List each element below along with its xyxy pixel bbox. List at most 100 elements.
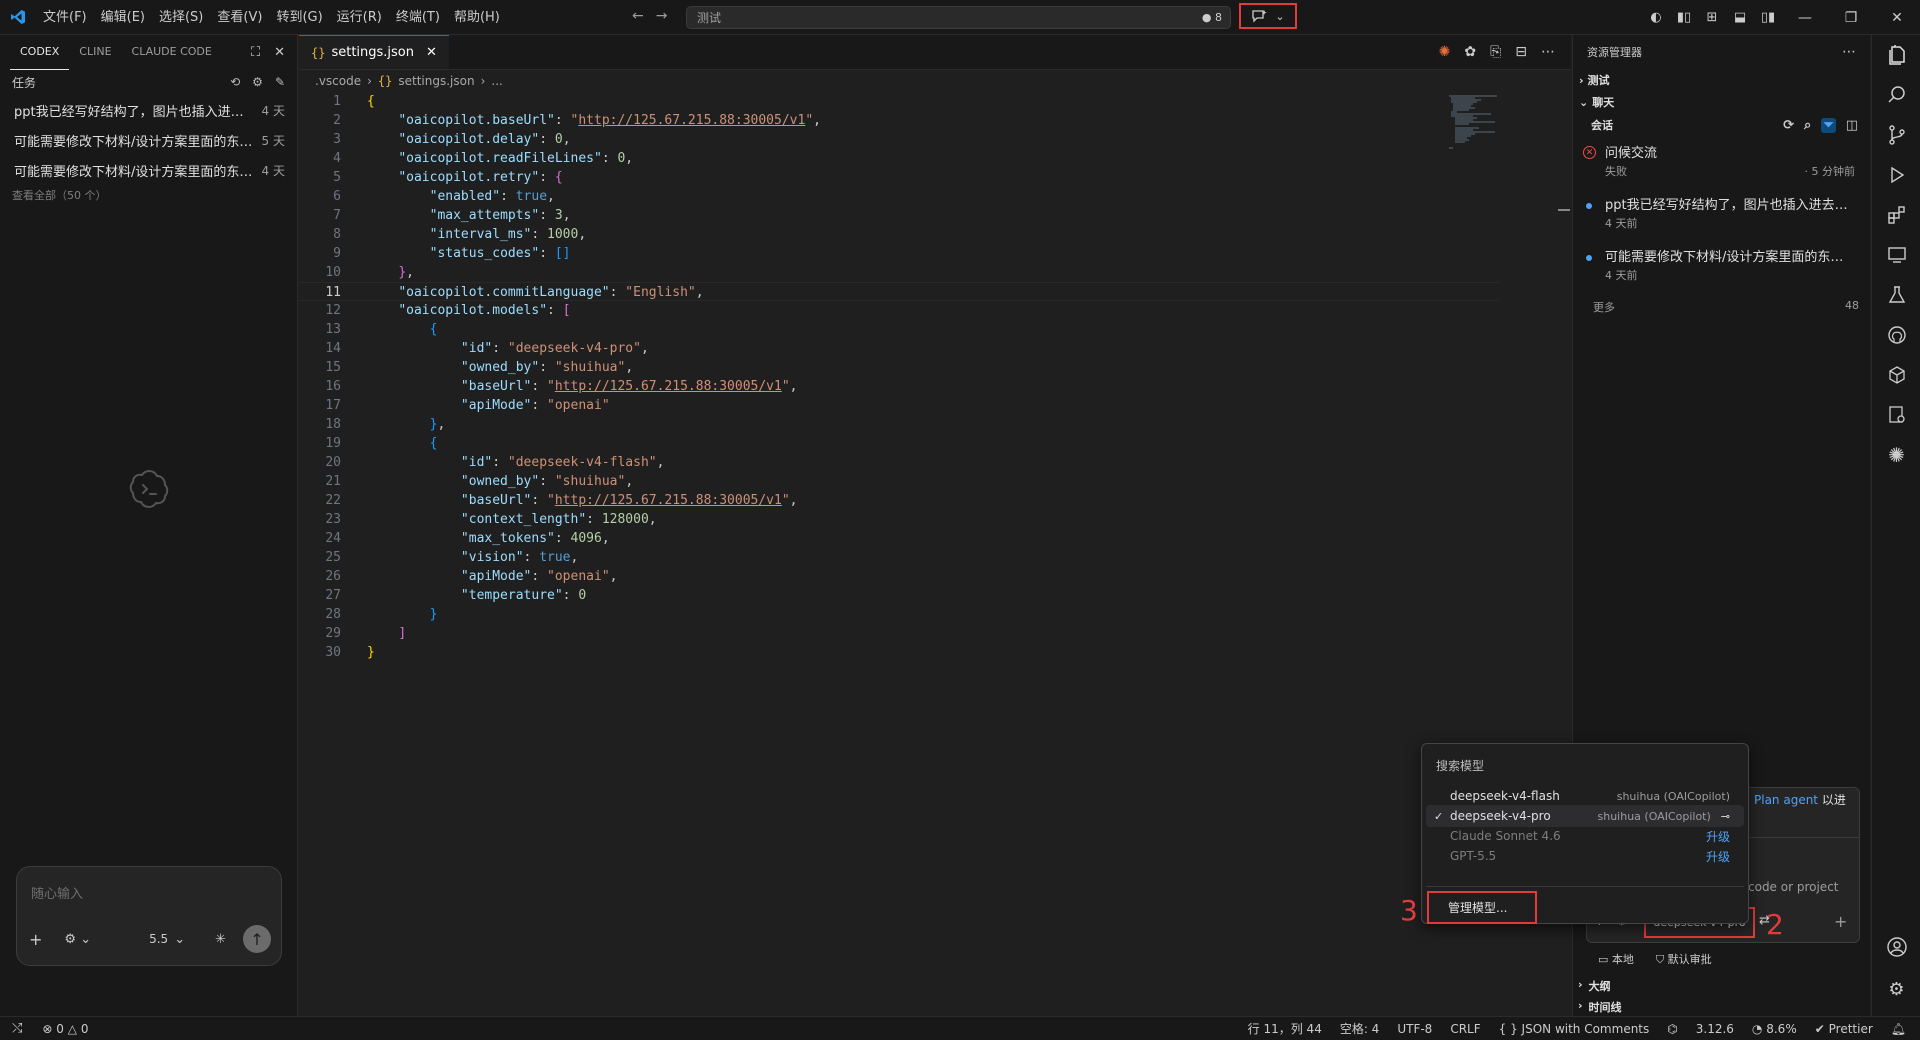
toggle-primary-sidebar-icon[interactable]: ▮▯ — [1670, 0, 1698, 35]
tab-claude-code[interactable]: CLAUDE CODE — [122, 35, 222, 69]
more-actions-icon[interactable]: ⋯ — [1541, 44, 1555, 60]
layout-grid-icon[interactable]: ⊞ — [1698, 0, 1726, 35]
pin-icon[interactable]: ⊸ — [1721, 810, 1730, 823]
manage-models-button[interactable]: 管理模型... — [1427, 891, 1537, 924]
section-timeline[interactable]: › 时间线 — [1578, 999, 1622, 1015]
code-editor[interactable]: 1{ 2 "oaicopilot.baseUrl": "http://125.6… — [299, 92, 1499, 662]
python-version[interactable]: 3.12.6 — [1696, 1022, 1734, 1036]
toggle-secondary-sidebar-icon[interactable]: ▯▮ — [1754, 0, 1782, 35]
accounts-half-circle-icon[interactable]: ◐ — [1642, 0, 1670, 35]
model-version[interactable]: 5.5 — [149, 932, 168, 946]
split-view-icon[interactable]: ◫ — [1846, 118, 1858, 133]
restore-icon[interactable]: ❐ — [1828, 0, 1874, 35]
notifications-bell-icon[interactable]: 🔔︎ — [1891, 1022, 1906, 1036]
menu-help[interactable]: 帮助(H) — [447, 0, 507, 35]
menu-go[interactable]: 转到(G) — [269, 0, 329, 35]
settings-sync-icon[interactable] — [1872, 395, 1920, 435]
extensions-icon[interactable] — [1872, 195, 1920, 235]
menu-file[interactable]: 文件(F) — [36, 0, 94, 35]
chevron-down-icon[interactable]: ⌄ — [174, 932, 185, 947]
task-item[interactable]: 可能需要修改下材料/设计方案里面的东西... 4 天 — [0, 155, 297, 185]
search-icon[interactable] — [1872, 75, 1920, 115]
task-item[interactable]: ppt我已经写好结构了，图片也插入进去了... 4 天 — [0, 95, 297, 125]
search-icon[interactable]: ⌕ — [1804, 118, 1811, 133]
breadcrumb-symbol[interactable]: ... — [491, 74, 502, 88]
toggle-panel-icon[interactable]: ⬓ — [1726, 0, 1754, 35]
model-option[interactable]: GPT-5.5 升级 — [1426, 845, 1744, 867]
problems-indicator[interactable]: ⊗ 0 △ 0 — [34, 1022, 96, 1036]
tab-cline[interactable]: CLINE — [69, 35, 121, 69]
model-option[interactable]: Claude Sonnet 4.6 升级 — [1426, 825, 1744, 847]
task-input-box[interactable]: 随心输入 + ⚙ ⌄ 5.5 ⌄ ✳ ↑ — [16, 866, 282, 966]
minimize-icon[interactable]: — — [1782, 0, 1828, 35]
openai-icon[interactable]: ✿ — [1464, 44, 1476, 60]
language-mode[interactable]: { } JSON with Comments — [1499, 1022, 1650, 1036]
model-search-input[interactable]: 搜索模型 — [1436, 757, 1484, 774]
tab-codex[interactable]: CODEX — [10, 35, 70, 70]
chat-toggle-button[interactable]: ⌄ — [1239, 3, 1297, 29]
new-chat-icon[interactable]: + — [1834, 912, 1847, 931]
minimap[interactable] — [1447, 93, 1517, 153]
maximize-icon[interactable]: ⛶ — [251, 45, 260, 60]
session-item[interactable]: ppt我已经写好结构了，图片也插入进去了... 4 天前 — [1573, 197, 1870, 233]
forward-arrow-icon[interactable]: → — [656, 8, 668, 24]
effort-icon[interactable]: ✳ — [215, 932, 226, 947]
close-panel-icon[interactable]: ✕ — [274, 45, 285, 60]
menu-edit[interactable]: 编辑(E) — [94, 0, 152, 35]
section-test[interactable]: › 测试 — [1573, 69, 1870, 91]
upgrade-link[interactable]: 升级 — [1706, 828, 1730, 845]
encoding[interactable]: UTF-8 — [1397, 1022, 1432, 1036]
send-button[interactable]: ↑ — [243, 925, 271, 953]
new-task-icon[interactable]: ✎ — [275, 75, 285, 89]
run-debug-icon[interactable] — [1872, 155, 1920, 195]
coverage-indicator[interactable]: ◔ 8.6% — [1752, 1022, 1797, 1036]
remote-icon[interactable]: ⤭ — [0, 1021, 34, 1036]
end-of-line[interactable]: CRLF — [1450, 1022, 1480, 1036]
github-icon[interactable] — [1872, 315, 1920, 355]
history-icon[interactable]: ⟲ — [230, 75, 240, 89]
explorer-icon[interactable] — [1872, 35, 1920, 75]
claude-spark-icon[interactable]: ✺ — [1439, 44, 1451, 60]
see-all-link[interactable]: 查看全部（50 个） — [0, 185, 297, 207]
section-chat[interactable]: ⌄ 聊天 — [1573, 91, 1870, 113]
plan-agent-link[interactable]: Plan agent — [1754, 793, 1818, 807]
open-changes-icon[interactable]: ⎘ — [1490, 44, 1501, 60]
tab-settings-json[interactable]: {} settings.json ✕ — [299, 35, 449, 69]
account-icon[interactable] — [1872, 927, 1920, 967]
source-control-icon[interactable] — [1872, 115, 1920, 155]
manage-gear-icon[interactable]: ⚙ — [1872, 969, 1920, 1009]
menu-selection[interactable]: 选择(S) — [152, 0, 210, 35]
filter-icon[interactable]: ⏷ — [1821, 117, 1836, 133]
remote-explorer-icon[interactable] — [1872, 235, 1920, 275]
model-option-selected[interactable]: ✓ deepseek-v4-pro shuihua (OAICopilot) ⊸ — [1426, 805, 1744, 827]
split-editor-icon[interactable]: ⊟ — [1515, 44, 1527, 60]
testing-flask-icon[interactable] — [1872, 275, 1920, 315]
menu-terminal[interactable]: 终端(T) — [389, 0, 447, 35]
claude-spark-icon[interactable]: ✺ — [1872, 435, 1920, 475]
model-option[interactable]: deepseek-v4-flash shuihua (OAICopilot) — [1426, 785, 1744, 807]
copilot-icon[interactable]: ⌬ — [1667, 1022, 1677, 1036]
refresh-icon[interactable]: ⟳ — [1783, 118, 1794, 133]
more-actions-icon[interactable]: ⋯ — [1842, 44, 1856, 60]
close-tab-icon[interactable]: ✕ — [426, 45, 437, 60]
command-center[interactable]: 测试 ● 8 — [686, 6, 1231, 29]
settings-gear-icon[interactable]: ⚙ — [252, 75, 263, 89]
back-arrow-icon[interactable]: ← — [632, 8, 644, 24]
menu-view[interactable]: 查看(V) — [210, 0, 269, 35]
containers-icon[interactable] — [1872, 355, 1920, 395]
task-item[interactable]: 可能需要修改下材料/设计方案里面的东西... 5 天 — [0, 125, 297, 155]
section-outline[interactable]: › 大纲 — [1578, 978, 1611, 994]
upgrade-link[interactable]: 升级 — [1706, 848, 1730, 865]
approve-option[interactable]: ⛉ 默认审批 — [1656, 951, 1712, 967]
prettier-indicator[interactable]: ✔ Prettier — [1815, 1022, 1873, 1036]
indentation[interactable]: 空格: 4 — [1340, 1020, 1380, 1037]
local-option[interactable]: ▭ 本地 — [1598, 951, 1634, 967]
more-sessions-link[interactable]: 更多 48 — [1573, 299, 1863, 315]
close-window-icon[interactable]: ✕ — [1874, 0, 1920, 35]
breadcrumb-file[interactable]: settings.json — [398, 74, 474, 88]
breadcrumb-folder[interactable]: .vscode — [315, 74, 361, 88]
cursor-position[interactable]: 行 11，列 44 — [1248, 1020, 1322, 1037]
session-item[interactable]: ✕ 问候交流 失败 · 5 分钟前 — [1573, 145, 1870, 181]
session-item[interactable]: 可能需要修改下材料/设计方案里面的东西... 4 天前 — [1573, 249, 1870, 285]
menu-run[interactable]: 运行(R) — [330, 0, 389, 35]
